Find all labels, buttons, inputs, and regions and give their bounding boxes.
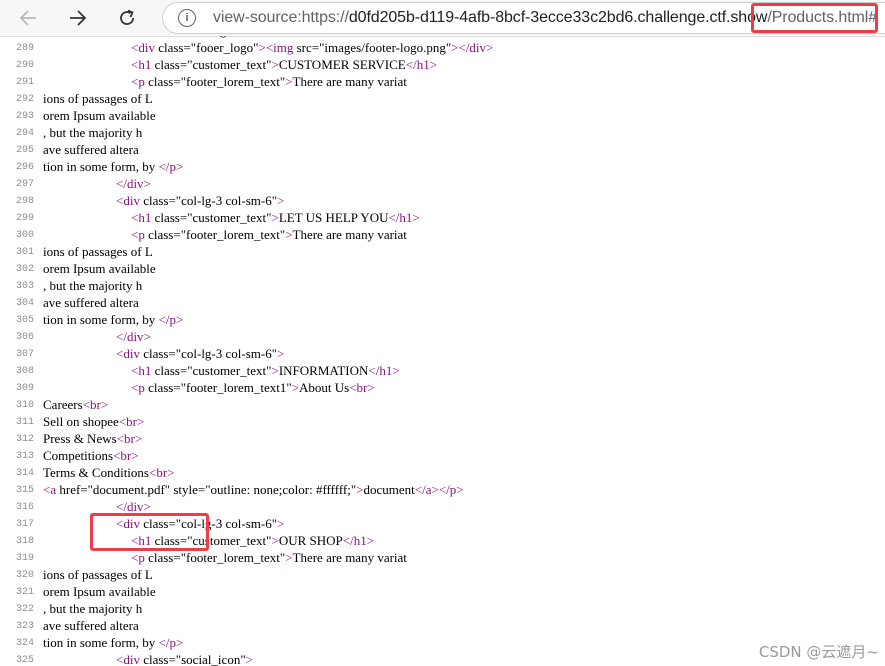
line-code: Terms & Conditions<br>: [43, 465, 175, 480]
line-number: 297: [15, 179, 34, 190]
line-code: , but the majority h: [43, 601, 143, 616]
line-code: <p class="footer_lorem_text">There are m…: [131, 227, 407, 242]
browser-toolbar: i view-source:https://d0fd205b-d119-4afb…: [0, 0, 885, 37]
line-number: 289: [15, 43, 34, 54]
line-number: 321: [15, 587, 34, 598]
line-number: 292: [15, 94, 34, 105]
line-code: <h1 class="customer_text">LET US HELP YO…: [131, 210, 420, 225]
line-number: 312: [15, 434, 34, 445]
line-code: , but the majority h: [43, 278, 143, 293]
line-code: Careers<br>: [43, 397, 109, 412]
line-number: 317: [15, 519, 34, 530]
line-number: 293: [15, 111, 34, 122]
line-number: 303: [15, 281, 34, 292]
watermark: CSDN @云遮月~: [758, 643, 879, 661]
line-code: tion in some form, by </p>: [43, 312, 184, 327]
line-code: ave suffered altera: [43, 295, 139, 310]
source-view[interactable]: 288<div class="col-lg-3 col-sm-6">289<di…: [0, 36, 885, 666]
line-number: 322: [15, 604, 34, 615]
line-code: </div>: [116, 176, 151, 191]
line-number: 319: [15, 553, 34, 564]
line-number: 306: [15, 332, 34, 343]
line-number: 291: [15, 77, 34, 88]
line-number: 294: [15, 128, 34, 139]
forward-button[interactable]: [62, 3, 92, 33]
line-code: <div class="col-lg-3 col-sm-6">: [116, 346, 285, 361]
line-number: 310: [15, 400, 34, 411]
line-number: 296: [15, 162, 34, 173]
line-code: ave suffered altera: [43, 142, 139, 157]
line-code: <div class="social_icon">: [116, 652, 253, 666]
line-number: 290: [15, 60, 34, 71]
line-number: 311: [15, 417, 34, 428]
url-prefix: view-source:https://: [213, 9, 349, 26]
line-number: 307: [15, 349, 34, 360]
line-code: <p class="footer_lorem_text">There are m…: [131, 550, 407, 565]
refresh-button[interactable]: [112, 3, 142, 33]
line-code: Competitions<br>: [43, 448, 139, 463]
line-code: ave suffered altera: [43, 618, 139, 633]
line-code: <p class="footer_lorem_text1">About Us<b…: [131, 380, 375, 395]
line-number: 318: [15, 536, 34, 547]
url-host: d0fd205b-d119-4afb-8bcf-3ecce33c2bd6.cha…: [348, 9, 768, 26]
line-number: 316: [15, 502, 34, 513]
line-number: 315: [15, 485, 34, 496]
line-number: 324: [15, 638, 34, 649]
line-code: , but the majority h: [43, 125, 143, 140]
line-number: 325: [15, 655, 34, 666]
line-number: 314: [15, 468, 34, 479]
line-code: Press & News<br>: [43, 431, 143, 446]
back-button[interactable]: [14, 3, 44, 33]
line-code: orem Ipsum available: [43, 261, 156, 276]
line-number: 302: [15, 264, 34, 275]
line-number: 305: [15, 315, 34, 326]
url-highlight-box: [751, 3, 878, 33]
line-code: <h1 class="customer_text">CUSTOMER SERVI…: [131, 57, 438, 72]
line-number: 298: [15, 196, 34, 207]
line-number: 300: [15, 230, 34, 241]
line-code: </div>: [116, 329, 151, 344]
line-code: <div class="col-lg-3 col-sm-6">: [43, 36, 299, 39]
line-code: <a href="document.pdf" style="outline: n…: [43, 482, 464, 497]
arrow-left-icon: [19, 10, 36, 26]
line-number: 320: [15, 570, 34, 581]
line-code: <div class="fooer_logo"><img src="images…: [131, 40, 494, 55]
line-code: <h1 class="customer_text">INFORMATION</h…: [131, 363, 400, 378]
line-code: tion in some form, by </p>: [43, 159, 184, 174]
refresh-icon: [120, 9, 134, 25]
line-number: 301: [15, 247, 34, 258]
line-number: 323: [15, 621, 34, 632]
line-code: tion in some form, by </p>: [43, 635, 184, 650]
line-code: orem Ipsum available: [43, 584, 156, 599]
line-code: <p class="footer_lorem_text">There are m…: [131, 74, 407, 89]
line-code: ions of passages of L: [43, 91, 153, 106]
line-number: 295: [15, 145, 34, 156]
line-code: <div class="col-lg-3 col-sm-6">: [116, 193, 285, 208]
line-code: ions of passages of L: [43, 567, 153, 582]
link-highlight-box: [90, 513, 209, 551]
info-icon[interactable]: i: [178, 9, 196, 27]
line-code: Sell on shopee<br>: [43, 414, 145, 429]
line-code: ions of passages of L: [43, 244, 153, 259]
line-number: 308: [15, 366, 34, 377]
line-number: 299: [15, 213, 34, 224]
line-number: 309: [15, 383, 34, 394]
line-number: 313: [15, 451, 34, 462]
line-number: 304: [15, 298, 34, 309]
arrow-right-icon: [70, 10, 87, 26]
line-code: orem Ipsum available: [43, 108, 156, 123]
